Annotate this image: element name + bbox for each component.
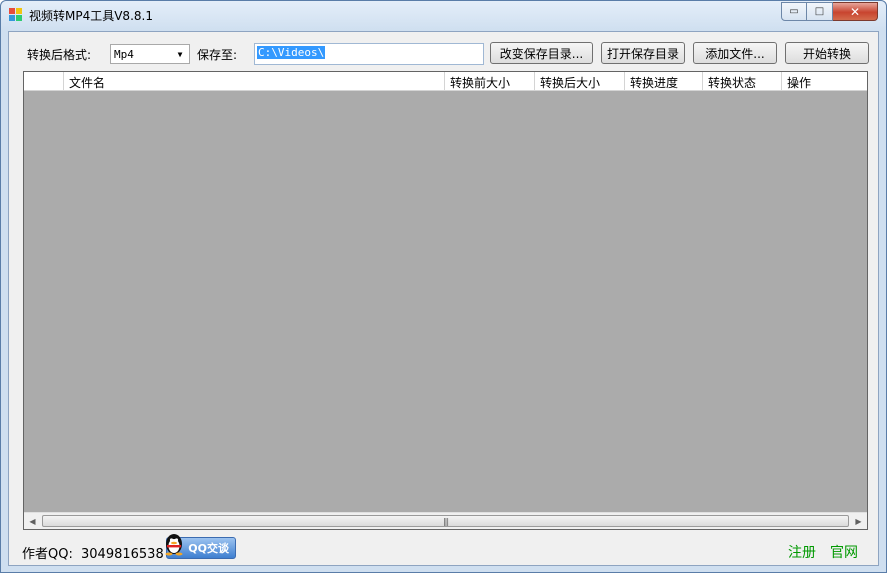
website-link[interactable]: 官网 [830, 542, 858, 562]
client-area: 转换后格式: Mp4 ▼ 保存至: C:\Videos\ 改变保存目录... 打… [8, 31, 879, 566]
maximize-button[interactable]: □ [807, 2, 833, 21]
close-button[interactable]: ✕ [833, 2, 878, 21]
title-bar[interactable]: 视频转MP4工具V8.8.1 ▭ □ ✕ [1, 1, 886, 31]
format-select-value: Mp4 [114, 48, 134, 61]
add-files-button[interactable]: 添加文件... [693, 42, 777, 64]
open-save-dir-button[interactable]: 打开保存目录 [601, 42, 685, 64]
minimize-icon: ▭ [789, 6, 799, 17]
caption-buttons: ▭ □ ✕ [781, 2, 878, 22]
column-header-size-after[interactable]: 转换后大小 [535, 72, 625, 91]
qq-chat-button[interactable]: QQ交谈 [165, 534, 236, 559]
author-label-text: 作者QQ: [22, 547, 73, 562]
chevron-down-icon: ▼ [177, 49, 183, 59]
scroll-right-icon[interactable]: ▶ [850, 513, 867, 529]
column-header-progress[interactable]: 转换进度 [625, 72, 703, 91]
register-link[interactable]: 注册 [788, 542, 816, 562]
horizontal-scrollbar[interactable]: ◀ ||| ▶ [24, 512, 867, 529]
change-save-dir-button[interactable]: 改变保存目录... [490, 42, 593, 64]
column-header-row-select[interactable] [24, 72, 64, 91]
save-path-value: C:\Videos\ [257, 46, 326, 59]
file-grid[interactable]: 文件名 转换前大小 转换后大小 转换进度 转换状态 操作 ◀ ||| ▶ [23, 71, 868, 530]
grip-icon: ||| [442, 516, 449, 526]
scroll-left-icon[interactable]: ◀ [24, 513, 41, 529]
window-title: 视频转MP4工具V8.8.1 [29, 9, 153, 23]
main-window: 视频转MP4工具V8.8.1 ▭ □ ✕ 转换后格式: Mp4 ▼ 保存至: C… [0, 0, 887, 573]
qq-chat-label: QQ交谈 [188, 542, 229, 555]
qq-penguin-icon [165, 534, 183, 556]
scrollbar-thumb[interactable]: ||| [42, 515, 849, 527]
column-header-status[interactable]: 转换状态 [703, 72, 782, 91]
save-to-label: 保存至: [197, 48, 238, 62]
start-convert-button[interactable]: 开始转换 [785, 42, 869, 64]
minimize-button[interactable]: ▭ [781, 2, 807, 21]
column-header-filename[interactable]: 文件名 [64, 72, 445, 91]
format-label: 转换后格式: [27, 48, 92, 62]
column-header-action[interactable]: 操作 [782, 72, 867, 91]
app-icon [9, 8, 23, 22]
author-qq-label: 作者QQ: 3049816538 [22, 543, 164, 562]
column-header-size-before[interactable]: 转换前大小 [445, 72, 535, 91]
maximize-icon: □ [814, 6, 825, 17]
format-select[interactable]: Mp4 ▼ [110, 44, 190, 64]
close-icon: ✕ [849, 4, 861, 19]
save-path-input[interactable]: C:\Videos\ [254, 43, 484, 65]
grid-header: 文件名 转换前大小 转换后大小 转换进度 转换状态 操作 [24, 72, 867, 91]
author-qq-number: 3049816538 [81, 547, 164, 562]
